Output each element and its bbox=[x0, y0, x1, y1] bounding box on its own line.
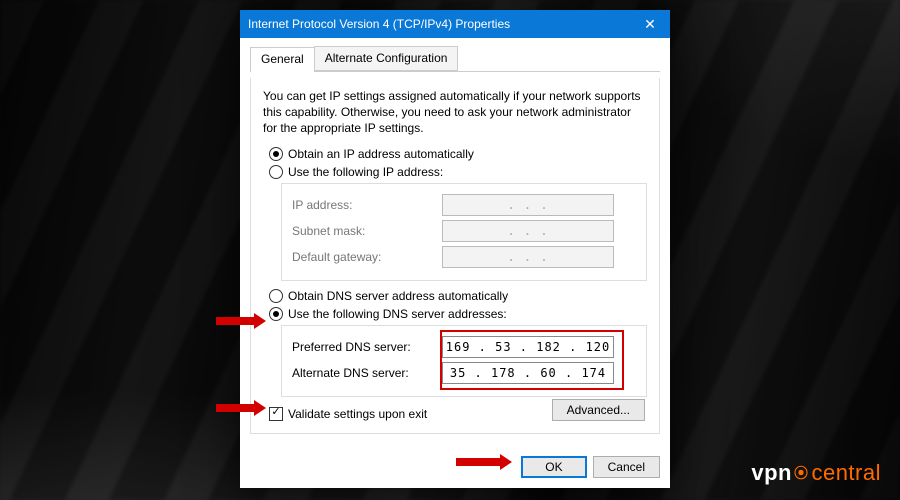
tab-strip: General Alternate Configuration bbox=[250, 46, 660, 72]
radio-dns-manual[interactable]: Use the following DNS server addresses: bbox=[269, 307, 647, 321]
gateway-field: . . . bbox=[442, 246, 614, 268]
tab-alternate-label: Alternate Configuration bbox=[325, 51, 448, 65]
radio-dns-manual-label: Use the following DNS server addresses: bbox=[288, 307, 507, 321]
ipv4-properties-dialog: Internet Protocol Version 4 (TCP/IPv4) P… bbox=[240, 10, 670, 488]
radio-ip-manual-label: Use the following IP address: bbox=[288, 165, 443, 179]
ok-button-label: OK bbox=[545, 460, 562, 474]
radio-dns-auto[interactable]: Obtain DNS server address automatically bbox=[269, 289, 647, 303]
annotation-arrow-icon bbox=[456, 454, 512, 470]
gateway-label: Default gateway: bbox=[292, 250, 442, 264]
close-icon: ✕ bbox=[644, 16, 656, 33]
alternate-dns-label: Alternate DNS server: bbox=[292, 366, 442, 380]
dialog-body: General Alternate Configuration You can … bbox=[240, 38, 670, 488]
ip-manual-group: IP address: . . . Subnet mask: . . . Def… bbox=[281, 183, 647, 281]
advanced-button-label: Advanced... bbox=[567, 403, 630, 417]
cancel-button-label: Cancel bbox=[608, 460, 645, 474]
tab-general[interactable]: General bbox=[250, 47, 315, 72]
info-text: You can get IP settings assigned automat… bbox=[263, 88, 647, 137]
radio-icon bbox=[269, 147, 283, 161]
radio-ip-auto-label: Obtain an IP address automatically bbox=[288, 147, 474, 161]
annotation-highlight-box bbox=[440, 330, 624, 390]
tab-general-label: General bbox=[261, 52, 304, 66]
radio-ip-manual[interactable]: Use the following IP address: bbox=[269, 165, 647, 179]
annotation-arrow-icon bbox=[216, 313, 266, 329]
cancel-button[interactable]: Cancel bbox=[593, 456, 660, 478]
radio-ip-auto[interactable]: Obtain an IP address automatically bbox=[269, 147, 647, 161]
checkbox-icon bbox=[269, 407, 283, 421]
radio-icon bbox=[269, 289, 283, 303]
titlebar[interactable]: Internet Protocol Version 4 (TCP/IPv4) P… bbox=[240, 10, 670, 38]
advanced-button[interactable]: Advanced... bbox=[552, 399, 645, 421]
ip-address-field: . . . bbox=[442, 194, 614, 216]
close-button[interactable]: ✕ bbox=[630, 10, 670, 38]
subnet-label: Subnet mask: bbox=[292, 224, 442, 238]
watermark-logo: vpn ⦿ central bbox=[751, 460, 882, 486]
watermark-part2: central bbox=[811, 460, 881, 486]
subnet-field: . . . bbox=[442, 220, 614, 242]
annotation-arrow-icon bbox=[216, 400, 266, 416]
preferred-dns-label: Preferred DNS server: bbox=[292, 340, 442, 354]
radio-dns-auto-label: Obtain DNS server address automatically bbox=[288, 289, 508, 303]
ip-address-label: IP address: bbox=[292, 198, 442, 212]
ok-button[interactable]: OK bbox=[521, 456, 586, 478]
validate-label: Validate settings upon exit bbox=[288, 407, 427, 421]
watermark-part1: vpn bbox=[751, 460, 792, 486]
tab-alternate-configuration[interactable]: Alternate Configuration bbox=[314, 46, 459, 71]
dialog-footer: OK Cancel bbox=[250, 446, 660, 478]
radio-icon bbox=[269, 307, 283, 321]
radio-icon bbox=[269, 165, 283, 179]
window-title: Internet Protocol Version 4 (TCP/IPv4) P… bbox=[248, 17, 630, 31]
wifi-icon: ⦿ bbox=[794, 463, 809, 483]
